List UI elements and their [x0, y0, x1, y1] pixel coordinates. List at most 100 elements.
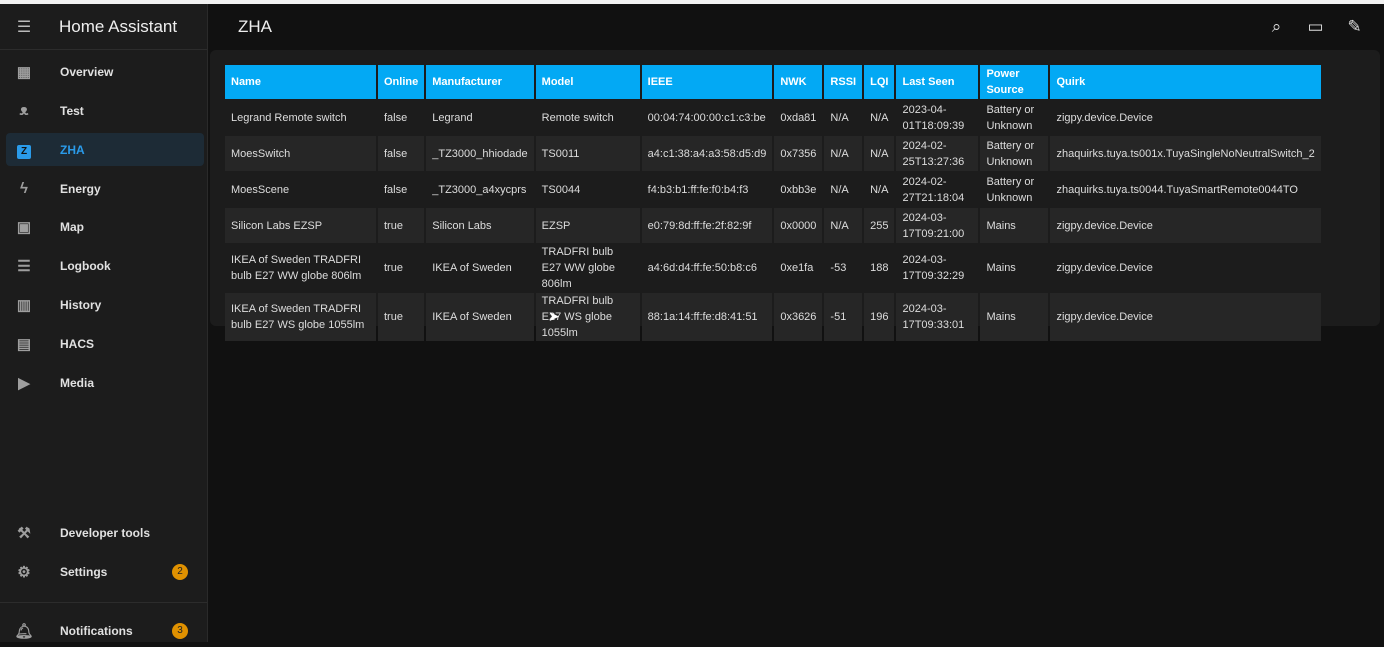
table-cell: IKEA of Sweden TRADFRI bulb E27 WW globe…: [225, 244, 376, 292]
table-cell: N/A: [824, 208, 863, 243]
table-row[interactable]: Legrand Remote switch false Legrand Remote …: [225, 100, 1321, 135]
table-cell: IKEA of Sweden TRADFRI bulb E27 WS globe…: [225, 293, 376, 341]
sidebar-item-map[interactable]: ▣ Map: [6, 210, 204, 243]
zha-icon: Z: [6, 141, 42, 159]
table-cell: -51: [824, 293, 863, 341]
table-cell: Mains: [980, 244, 1049, 292]
table-header-row: Name Online Manufacturer Model IEEE NWK RSSI LQ…: [225, 65, 1321, 99]
chart-box-icon: ▥: [16, 296, 32, 314]
sidebar-item-developer-tools[interactable]: ⚒ Developer tools: [6, 516, 204, 549]
view-dashboard-icon: ▦: [16, 63, 32, 81]
table-cell: e0:79:8d:ff:fe:2f:82:9f: [641, 208, 773, 243]
table-cell: zhaquirks.tuya.ts0044.TuyaSmartRemote004…: [1050, 172, 1321, 207]
table-cell: N/A: [864, 136, 895, 171]
mouse-cursor: ➤: [548, 308, 560, 324]
sidebar-item-zha[interactable]: Z ZHA: [6, 133, 204, 166]
table-cell: 2024-03-17T09:33:01: [896, 293, 979, 341]
column-header[interactable]: Quirk: [1050, 65, 1321, 99]
app-title: Home Assistant: [59, 16, 178, 36]
table-row[interactable]: MoesScene false _TZ3000_a4xycprs TS0044 f4:b…: [225, 172, 1321, 207]
sidebar-header: ☰ Home Assistant: [0, 4, 207, 50]
column-header[interactable]: Model: [535, 65, 640, 99]
column-header[interactable]: Manufacturer: [426, 65, 534, 99]
table-cell: false: [378, 100, 425, 135]
table-cell: TRADFRI bulb E27 WW globe 806lm: [535, 244, 640, 292]
zha-devices-table: Name Online Manufacturer Model IEEE NWK RSSI LQ…: [223, 64, 1323, 342]
bell-icon: 🔔︎: [14, 622, 34, 640]
sidebar-item-logbook[interactable]: ☰ Logbook: [6, 249, 204, 282]
table-cell: N/A: [824, 100, 863, 135]
table-cell: IKEA of Sweden: [426, 244, 534, 292]
table-cell: 0xe1fa: [774, 244, 823, 292]
sidebar-item-energy[interactable]: ϟ Energy: [6, 172, 204, 205]
column-header[interactable]: LQI: [864, 65, 895, 99]
table-cell: zigpy.device.Device: [1050, 293, 1321, 341]
column-header[interactable]: RSSI: [824, 65, 863, 99]
table-cell: 196: [864, 293, 895, 341]
edit-pencil-icon[interactable]: ✎: [1345, 17, 1364, 37]
sidebar-item-media[interactable]: ▶ Media: [6, 366, 204, 399]
table-cell: true: [378, 208, 425, 243]
column-header[interactable]: Power Source: [980, 65, 1049, 99]
table-cell: f4:b3:b1:ff:fe:f0:b4:f3: [641, 172, 773, 207]
map-account-icon: ▣: [16, 218, 32, 236]
menu-collapse-icon[interactable]: ☰: [0, 17, 48, 37]
table-cell: TS0044: [535, 172, 640, 207]
sidebar-item-settings[interactable]: ⚙ Settings 2: [6, 555, 204, 588]
table-cell: zigpy.device.Device: [1050, 208, 1321, 243]
notifications-badge: 3: [172, 622, 188, 639]
sidebar-item-notifications[interactable]: 🔔︎ Notifications 3: [6, 614, 204, 647]
table-cell: Battery or Unknown: [980, 136, 1049, 171]
hammer-icon: ⚒: [17, 524, 31, 542]
table-cell: Silicon Labs: [426, 208, 534, 243]
table-cell: _TZ3000_a4xycprs: [426, 172, 534, 207]
lightning-icon: ϟ: [20, 180, 28, 197]
table-cell: false: [378, 172, 425, 207]
table-cell: zigpy.device.Device: [1050, 244, 1321, 292]
table-cell: true: [378, 244, 425, 292]
table-cell: 0x7356: [774, 136, 823, 171]
table-cell: 2024-02-27T21:18:04: [896, 172, 979, 207]
sidebar: ☰ Home Assistant ▦ Overview ᴥ Test Z ZHA ϟE…: [0, 4, 208, 642]
table-cell: zigpy.device.Device: [1050, 100, 1321, 135]
table-cell: 0x3626: [774, 293, 823, 341]
table-cell: 0xda81: [774, 100, 823, 135]
table-cell: 2024-03-17T09:32:29: [896, 244, 979, 292]
top-bar: ZHA ⌕ ▭ ✎: [209, 4, 1384, 50]
sidebar-item-test[interactable]: ᴥ Test: [6, 94, 204, 127]
sidebar-item-hacs[interactable]: ▤ HACS: [6, 327, 204, 360]
column-header[interactable]: Last Seen: [896, 65, 979, 99]
sidebar-item-overview[interactable]: ▦ Overview: [6, 55, 204, 88]
table-cell: Legrand Remote switch: [225, 100, 376, 135]
table-cell: _TZ3000_hhiodade: [426, 136, 534, 171]
column-header[interactable]: Name: [225, 65, 376, 99]
table-row[interactable]: IKEA of Sweden TRADFRI bulb E27 WW globe…: [225, 244, 1321, 292]
list-icon: ☰: [17, 257, 31, 275]
table-cell: N/A: [864, 172, 895, 207]
column-header[interactable]: IEEE: [641, 65, 773, 99]
table-cell: 0xbb3e: [774, 172, 823, 207]
assist-icon[interactable]: ▭: [1306, 17, 1325, 37]
table-cell: N/A: [824, 136, 863, 171]
table-cell: 2023-04-01T18:09:39: [896, 100, 979, 135]
table-cell: 2024-03-17T09:21:00: [896, 208, 979, 243]
table-cell: 0x0000: [774, 208, 823, 243]
table-row[interactable]: Silicon Labs EZSP true Silicon Labs EZSP e0:…: [225, 208, 1321, 243]
column-header[interactable]: Online: [378, 65, 425, 99]
table-cell: 188: [864, 244, 895, 292]
table-cell: 255: [864, 208, 895, 243]
table-cell: 2024-02-25T13:27:36: [896, 136, 979, 171]
sidebar-item-history[interactable]: ▥ History: [6, 288, 204, 321]
table-row[interactable]: MoesSwitch false _TZ3000_hhiodade TS0011 a4:…: [225, 136, 1321, 171]
table-cell: TS0011: [535, 136, 640, 171]
table-cell: Battery or Unknown: [980, 100, 1049, 135]
table-cell: N/A: [864, 100, 895, 135]
table-cell: false: [378, 136, 425, 171]
column-header[interactable]: NWK: [774, 65, 823, 99]
table-cell: MoesScene: [225, 172, 376, 207]
search-icon[interactable]: ⌕: [1267, 17, 1286, 37]
settings-badge: 2: [172, 563, 188, 580]
sidebar-divider: [0, 602, 207, 603]
table-row[interactable]: IKEA of Sweden TRADFRI bulb E27 WS globe…: [225, 293, 1321, 341]
table-cell: Legrand: [426, 100, 534, 135]
